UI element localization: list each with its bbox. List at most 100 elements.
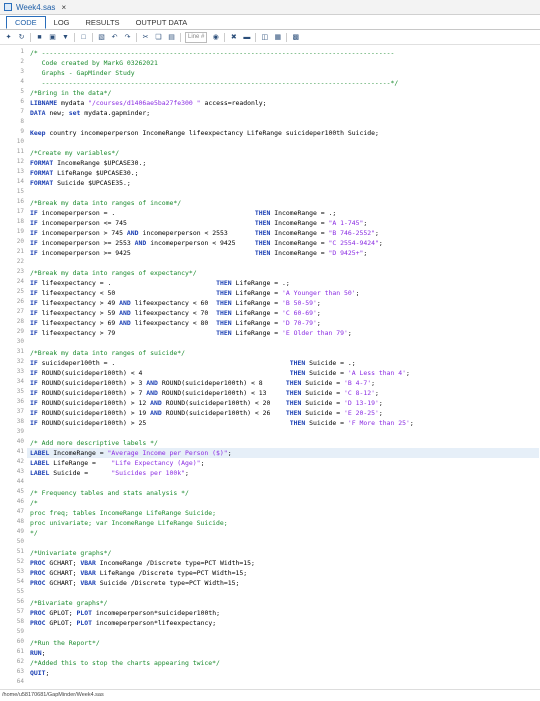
- editor-toolbar: ✦ ↻ ■ ▣ ▼ □ ▧ ↶ ↷ ✂ ❏ ▤ Line # ◉ ✖ ▬ ◫ ▦…: [0, 30, 540, 45]
- line-number: 22: [16, 258, 24, 265]
- go-to-line-field[interactable]: Line #: [185, 31, 208, 43]
- code-line[interactable]: /*Run the Report*/: [30, 638, 100, 648]
- print-icon[interactable]: ▧: [97, 33, 106, 42]
- close-tab-icon[interactable]: ×: [61, 3, 66, 12]
- code-line[interactable]: IF incomeperperson > 745 AND incomeperpe…: [30, 228, 379, 238]
- code-line[interactable]: /*Bivariate graphs*/: [30, 598, 108, 608]
- code-line[interactable]: /* Frequency tables and stats analysis *…: [30, 488, 189, 498]
- line-number: 43: [16, 468, 24, 475]
- cut-icon[interactable]: ✂: [141, 33, 150, 42]
- code-line[interactable]: proc freq; tables IncomeRange LifeRange …: [30, 508, 216, 518]
- line-number: 32: [16, 358, 24, 365]
- line-number: 56: [16, 598, 24, 605]
- code-line[interactable]: IF ROUND(suicideper100th) > 19 AND ROUND…: [30, 408, 383, 418]
- line-number: 14: [16, 178, 24, 185]
- tab-log[interactable]: LOG: [46, 16, 78, 29]
- code-line[interactable]: IF suicideper100th = . THEN Suicide = .;: [30, 358, 356, 368]
- code-line[interactable]: /*Bring in the data*/: [30, 88, 111, 98]
- code-line[interactable]: PROC GCHART; VBAR IncomeRange /Discrete …: [30, 558, 255, 568]
- code-line[interactable]: PROC GCHART; VBAR Suicide /Discrete type…: [30, 578, 239, 588]
- code-line[interactable]: IF lifeexpectancy > 49 AND lifeexpectanc…: [30, 298, 321, 308]
- recent-icon[interactable]: ↻: [17, 33, 26, 42]
- line-number: 6: [20, 98, 24, 105]
- code-line[interactable]: /* Add more descriptive labels */: [30, 438, 158, 448]
- code-line[interactable]: IF lifeexpectancy > 79 THEN LifeRange = …: [30, 328, 352, 338]
- code-line[interactable]: proc univariate; var IncomeRange LifeRan…: [30, 518, 228, 528]
- redo-icon[interactable]: ↷: [123, 33, 132, 42]
- code-line[interactable]: LABEL Suicide = "Suicides per 100k";: [30, 468, 189, 478]
- go-icon[interactable]: ◉: [211, 33, 220, 42]
- code-line[interactable]: ----------------------------------------…: [30, 78, 399, 88]
- tab-code[interactable]: CODE: [6, 15, 46, 29]
- code-line[interactable]: IF ROUND(suicideper100th) > 12 AND ROUND…: [30, 398, 383, 408]
- line-number-gutter: 1 2 3 4 5 6 7 8 9 10 11 12 13 14 15 16 17 18 19 20 21 22 23 24 2…: [0, 46, 27, 686]
- code-line[interactable]: IF lifeexpectancy > 69 AND lifeexpectanc…: [30, 318, 321, 328]
- code-line[interactable]: RUN;: [30, 648, 46, 658]
- code-line[interactable]: DATA new; set mydata.gapminder;: [30, 108, 150, 118]
- code-line[interactable]: /* -------------------------------------…: [30, 48, 394, 58]
- copy-icon[interactable]: ❏: [154, 33, 163, 42]
- line-number: 34: [16, 378, 24, 385]
- code-line[interactable]: FORMAT IncomeRange $UPCASE30.;: [30, 158, 146, 168]
- line-number: 50: [16, 538, 24, 545]
- code-line[interactable]: PROC GPLOT; PLOT incomeperperson*lifeexp…: [30, 618, 216, 628]
- paste-icon[interactable]: ▤: [167, 33, 176, 42]
- code-line[interactable]: LIBNAME mydata "/courses/d1406ae5ba27fe3…: [30, 98, 266, 108]
- code-line[interactable]: PROC GPLOT; PLOT incomeperperson*suicide…: [30, 608, 220, 618]
- code-line[interactable]: Code created by MarkG 03262021: [30, 58, 158, 68]
- run-icon[interactable]: ✦: [4, 33, 13, 42]
- code-line[interactable]: IF lifeexpectancy > 59 AND lifeexpectanc…: [30, 308, 321, 318]
- line-number: 27: [16, 308, 24, 315]
- undo-icon[interactable]: ↶: [110, 33, 119, 42]
- line-number: 54: [16, 578, 24, 585]
- download-icon[interactable]: ▼: [61, 33, 70, 42]
- code-line[interactable]: QUIT;: [30, 668, 49, 678]
- code-line[interactable]: Keep country incomeperperson IncomeRange…: [30, 128, 379, 138]
- line-number: 52: [16, 558, 24, 565]
- code-line[interactable]: IF lifeexpectancy = . THEN LifeRange = .…: [30, 278, 290, 288]
- code-line[interactable]: LABEL LifeRange = "Life Expectancy (Age)…: [30, 458, 204, 468]
- line-number: 49: [16, 528, 24, 535]
- code-line[interactable]: /*Univariate graphs*/: [30, 548, 111, 558]
- code-line[interactable]: /*Create my variables*/: [30, 148, 119, 158]
- code-line[interactable]: IF ROUND(suicideper100th) < 4 THEN Suici…: [30, 368, 410, 378]
- code-editor[interactable]: 1 2 3 4 5 6 7 8 9 10 11 12 13 14 15 16 17 18 19 20 21 22 23 24 2…: [0, 46, 540, 686]
- code-line[interactable]: /*Break my data into ranges of expectanc…: [30, 268, 197, 278]
- snippet-icon[interactable]: ✖: [229, 33, 238, 42]
- export-icon[interactable]: □: [79, 33, 88, 42]
- line-number: 18: [16, 218, 24, 225]
- code-line[interactable]: IF incomeperperson <= 745 THEN IncomeRan…: [30, 218, 367, 228]
- code-line[interactable]: LABEL IncomeRange = "Average Income per …: [27, 448, 539, 458]
- file-tab-title[interactable]: Week4.sas: [16, 3, 55, 12]
- code-line[interactable]: IF ROUND(suicideper100th) > 7 AND ROUND(…: [30, 388, 379, 398]
- save-icon[interactable]: ■: [35, 33, 44, 42]
- code-line[interactable]: /*Added this to stop the charts appearin…: [30, 658, 220, 668]
- tab-results[interactable]: RESULTS: [78, 16, 128, 29]
- line-number: 31: [16, 348, 24, 355]
- line-number: 40: [16, 438, 24, 445]
- code-line[interactable]: IF incomeperperson = . THEN IncomeRange …: [30, 208, 336, 218]
- code-line[interactable]: */: [30, 528, 38, 538]
- code-line[interactable]: IF incomeperperson >= 9425 THEN IncomeRa…: [30, 248, 367, 258]
- line-number: 1: [20, 48, 24, 55]
- save-as-icon[interactable]: ▣: [48, 33, 57, 42]
- tab-output-data[interactable]: OUTPUT DATA: [128, 16, 196, 29]
- code-line[interactable]: /*: [30, 498, 38, 508]
- maximize-icon[interactable]: ▩: [291, 33, 300, 42]
- options-icon[interactable]: ▦: [273, 33, 282, 42]
- line-number: 57: [16, 608, 24, 615]
- code-line[interactable]: IF lifeexpectancy < 50 THEN LifeRange = …: [30, 288, 360, 298]
- code-line[interactable]: IF ROUND(suicideper100th) > 3 AND ROUND(…: [30, 378, 375, 388]
- code-line[interactable]: IF incomeperperson >= 2553 AND incomeper…: [30, 238, 383, 248]
- code-line[interactable]: FORMAT LifeRange $UPCASE30.;: [30, 168, 139, 178]
- code-line[interactable]: FORMAT Suicide $UPCASE35.;: [30, 178, 131, 188]
- split-icon[interactable]: ◫: [260, 33, 269, 42]
- code-line[interactable]: /*Break my data into ranges of suicide*/: [30, 348, 185, 358]
- format-code-icon[interactable]: ▬: [242, 33, 251, 42]
- view-tabs: CODE LOG RESULTS OUTPUT DATA: [0, 15, 540, 30]
- code-line[interactable]: /*Break my data into ranges of income*/: [30, 198, 181, 208]
- line-number: 30: [16, 338, 24, 345]
- code-line[interactable]: IF ROUND(suicideper100th) > 25 THEN Suic…: [30, 418, 414, 428]
- code-line[interactable]: PROC GCHART; VBAR LifeRange /Discrete ty…: [30, 568, 247, 578]
- code-line[interactable]: Graphs - GapMinder Study: [30, 68, 135, 78]
